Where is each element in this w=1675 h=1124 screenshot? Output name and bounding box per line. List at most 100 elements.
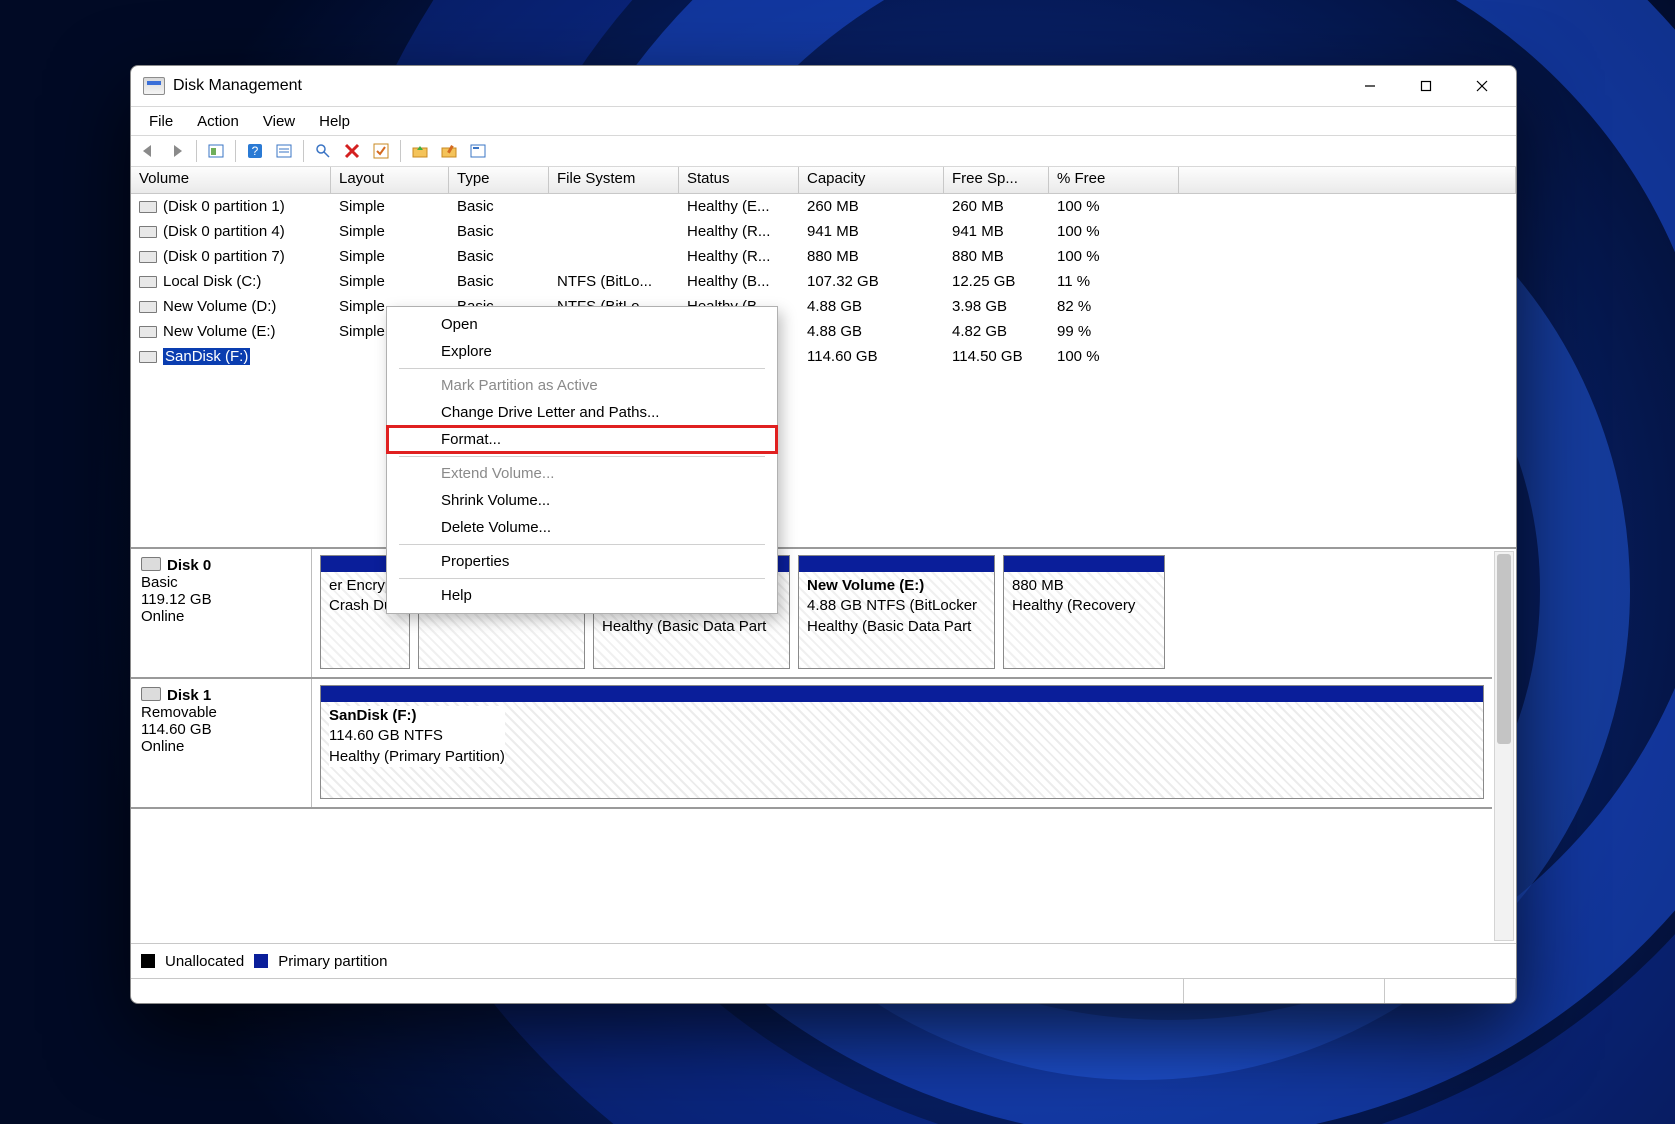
legend-primary-swatch	[254, 954, 268, 968]
minimize-button[interactable]	[1342, 66, 1398, 106]
volume-row[interactable]: (Disk 0 partition 4)SimpleBasicHealthy (…	[131, 219, 1516, 244]
context-properties[interactable]: Properties	[387, 548, 777, 575]
disk0-type: Basic	[141, 574, 301, 591]
settings-list-button[interactable]	[271, 138, 297, 164]
disk0-name: Disk 0	[167, 557, 211, 574]
context-format[interactable]: Format...	[387, 426, 777, 453]
column-capacity[interactable]: Capacity	[799, 167, 944, 193]
window-title: Disk Management	[173, 77, 302, 95]
volume-column-headers: Volume Layout Type File System Status Ca…	[131, 167, 1516, 194]
context-extend-volume: Extend Volume...	[387, 460, 777, 487]
titlebar[interactable]: Disk Management	[131, 66, 1516, 107]
volume-list[interactable]: (Disk 0 partition 1)SimpleBasicHealthy (…	[131, 194, 1516, 369]
folder-up-icon[interactable]	[407, 138, 433, 164]
svg-text:?: ?	[252, 144, 259, 158]
disk1-partitions: SanDisk (F:) 114.60 GB NTFS Healthy (Pri…	[312, 679, 1492, 807]
disk0-state: Online	[141, 608, 301, 625]
volume-name: (Disk 0 partition 7)	[163, 248, 285, 265]
menu-separator	[399, 544, 765, 545]
legend-primary-label: Primary partition	[278, 953, 387, 970]
column-layout[interactable]: Layout	[331, 167, 449, 193]
menubar: File Action View Help	[131, 107, 1516, 136]
volume-name: SanDisk (F:)	[163, 348, 250, 365]
forward-button[interactable]	[164, 138, 190, 164]
close-button[interactable]	[1454, 66, 1510, 106]
context-explore[interactable]: Explore	[387, 338, 777, 365]
check-icon[interactable]	[368, 138, 394, 164]
volume-name: (Disk 0 partition 1)	[163, 198, 285, 215]
volume-row[interactable]: Local Disk (C:)SimpleBasicNTFS (BitLo...…	[131, 269, 1516, 294]
column-status[interactable]: Status	[679, 167, 799, 193]
disk0-size: 119.12 GB	[141, 591, 301, 608]
disk1-type: Removable	[141, 704, 301, 721]
column-filesystem[interactable]: File System	[549, 167, 679, 193]
scrollbar-thumb[interactable]	[1497, 554, 1511, 744]
volume-icon	[139, 351, 157, 363]
volume-icon	[139, 226, 157, 238]
folder-edit-icon[interactable]	[436, 138, 462, 164]
menu-separator	[399, 578, 765, 579]
disk0-partition-e[interactable]: New Volume (E:)4.88 GB NTFS (BitLockerHe…	[798, 555, 995, 669]
volume-icon	[139, 301, 157, 313]
volume-row[interactable]: New Volume (D:)SimpleBasicNTFS (BitLo...…	[131, 294, 1516, 319]
context-shrink-volume[interactable]: Shrink Volume...	[387, 487, 777, 514]
menu-separator	[399, 456, 765, 457]
legend: Unallocated Primary partition	[131, 943, 1516, 978]
disk1-name: Disk 1	[167, 687, 211, 704]
properties-icon[interactable]	[465, 138, 491, 164]
vertical-scrollbar[interactable]	[1494, 551, 1514, 941]
help-button[interactable]: ?	[242, 138, 268, 164]
volume-icon	[139, 201, 157, 213]
legend-unallocated-label: Unallocated	[165, 953, 244, 970]
show-hide-button[interactable]	[203, 138, 229, 164]
disk-graph-pane: Disk 0 Basic 119.12 GB Online er EncrypC…	[131, 549, 1516, 943]
disk-row-disk1: Disk 1 Removable 114.60 GB Online SanDis…	[131, 679, 1492, 809]
disk-icon	[141, 687, 161, 701]
context-delete-volume[interactable]: Delete Volume...	[387, 514, 777, 541]
volume-row[interactable]: New Volume (E:)SimpleBasicNTFS (BitLo...…	[131, 319, 1516, 344]
volume-icon	[139, 276, 157, 288]
context-change-drive-letter[interactable]: Change Drive Letter and Paths...	[387, 399, 777, 426]
volume-icon	[139, 326, 157, 338]
disk1-info[interactable]: Disk 1 Removable 114.60 GB Online	[131, 679, 312, 807]
volume-name: New Volume (E:)	[163, 323, 276, 340]
disk-row-disk0: Disk 0 Basic 119.12 GB Online er EncrypC…	[131, 549, 1492, 679]
volume-list-pane: Volume Layout Type File System Status Ca…	[131, 167, 1516, 549]
menu-action[interactable]: Action	[185, 110, 251, 133]
volume-icon	[139, 251, 157, 263]
delete-button[interactable]	[339, 138, 365, 164]
disk1-size: 114.60 GB	[141, 721, 301, 738]
status-bar	[131, 978, 1516, 1003]
menu-separator	[399, 368, 765, 369]
column-free-space[interactable]: Free Sp...	[944, 167, 1049, 193]
menu-view[interactable]: View	[251, 110, 307, 133]
volume-row[interactable]: SanDisk (F:)Healthy (P...114.60 GB114.50…	[131, 344, 1516, 369]
disk-management-window: Disk Management File Action View Help ?	[130, 65, 1517, 1004]
volume-row[interactable]: (Disk 0 partition 1)SimpleBasicHealthy (…	[131, 194, 1516, 219]
volume-name: New Volume (D:)	[163, 298, 276, 315]
app-icon	[143, 77, 165, 95]
volume-name: (Disk 0 partition 4)	[163, 223, 285, 240]
disk1-partition-f[interactable]: SanDisk (F:) 114.60 GB NTFS Healthy (Pri…	[320, 685, 1484, 799]
column-volume[interactable]: Volume	[131, 167, 331, 193]
back-button[interactable]	[135, 138, 161, 164]
maximize-button[interactable]	[1398, 66, 1454, 106]
disk0-info[interactable]: Disk 0 Basic 119.12 GB Online	[131, 549, 312, 677]
column-pct-free[interactable]: % Free	[1049, 167, 1179, 193]
context-mark-active: Mark Partition as Active	[387, 372, 777, 399]
context-menu: Open Explore Mark Partition as Active Ch…	[386, 306, 778, 614]
context-help[interactable]: Help	[387, 582, 777, 609]
disk-icon	[141, 557, 161, 571]
desktop-background: Disk Management File Action View Help ?	[0, 0, 1675, 1124]
toolbar: ?	[131, 136, 1516, 167]
volume-row[interactable]: (Disk 0 partition 7)SimpleBasicHealthy (…	[131, 244, 1516, 269]
disk1-state: Online	[141, 738, 301, 755]
menu-help[interactable]: Help	[307, 110, 362, 133]
context-open[interactable]: Open	[387, 311, 777, 338]
column-spacer[interactable]	[1179, 167, 1516, 193]
legend-unallocated-swatch	[141, 954, 155, 968]
column-type[interactable]: Type	[449, 167, 549, 193]
disk0-partition[interactable]: 880 MBHealthy (Recovery	[1003, 555, 1165, 669]
menu-file[interactable]: File	[137, 110, 185, 133]
search-icon[interactable]	[310, 138, 336, 164]
